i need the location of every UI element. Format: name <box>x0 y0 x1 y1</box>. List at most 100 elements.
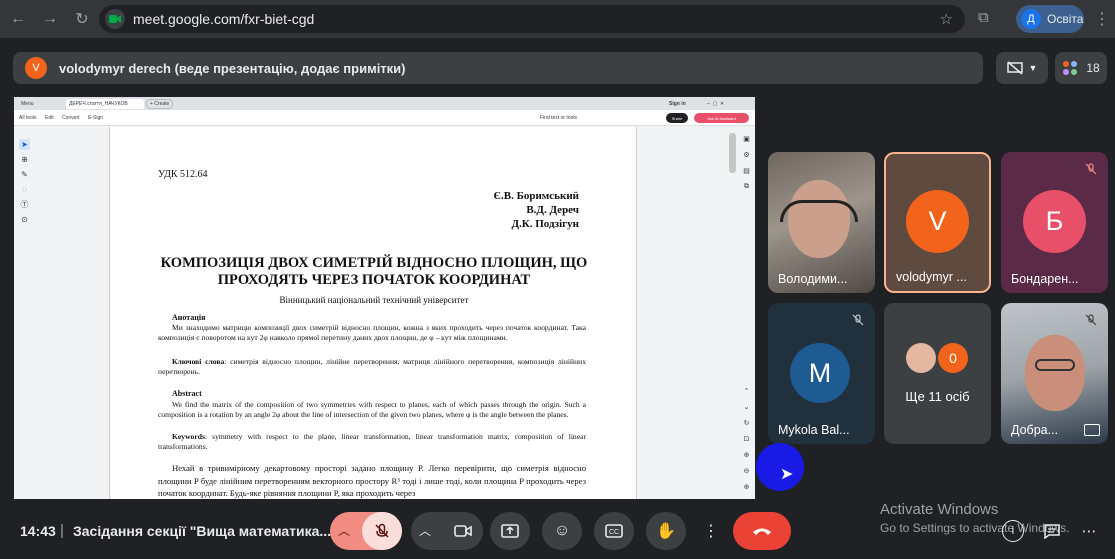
udk-code: УДК 512.64 <box>158 169 208 180</box>
forward-arrow-icon[interactable]: → <box>36 5 64 33</box>
svg-text:CC: CC <box>609 529 619 536</box>
participants-icon <box>1062 60 1080 76</box>
participant-name: volodymyr ... <box>896 270 967 284</box>
participant-tile-6[interactable]: Добра... <box>1001 303 1108 444</box>
pen-tool-icon: ✎ <box>21 170 28 179</box>
end-call-button[interactable] <box>733 512 791 550</box>
participant-tile-1[interactable]: Володими... <box>768 152 875 293</box>
meeting-title: Засідання секції "Вища математика... <box>73 523 332 539</box>
profile-name: Освіта <box>1047 12 1084 26</box>
reload-icon[interactable]: ↻ <box>68 5 96 33</box>
people-button[interactable]: 18 <box>1055 52 1107 84</box>
comment-icon: ▣ <box>743 135 750 143</box>
camera-icon <box>454 525 472 537</box>
participant-tile-2[interactable]: V volodymyr ... <box>884 152 991 293</box>
body-text: Нехай в тривимірному декартовому простор… <box>158 463 586 498</box>
emoji-icon: ☺ <box>553 522 571 539</box>
copy-icon: ⧉ <box>744 182 749 190</box>
camera-options-chevron-icon[interactable]: ︿ <box>419 522 431 539</box>
mic-off-icon <box>1082 311 1100 329</box>
shared-menu-convert: Convert <box>62 115 80 121</box>
others-label: Ще 11 осіб <box>905 389 970 404</box>
bookmark-star-icon[interactable]: ☆ <box>940 10 953 28</box>
keywords-en: Keywords: symmetry with respect to the p… <box>158 432 586 451</box>
zoom-tool-icon: ⊕ <box>21 155 28 164</box>
mic-options-chevron-icon[interactable]: ︿ <box>338 522 350 539</box>
browser-menu-icon[interactable]: ⋮ <box>1094 9 1110 29</box>
keywords-en-heading: Keywords <box>172 432 205 441</box>
chat-icon[interactable] <box>1041 520 1063 542</box>
gear-icon: ⚙ <box>743 151 750 159</box>
camera-control: ︿ <box>411 512 483 550</box>
abstract-heading: Abstract <box>172 389 202 398</box>
extensions-icon[interactable]: ⧉ <box>978 9 996 27</box>
mic-off-icon <box>1082 160 1100 178</box>
hand-icon: ✋ <box>656 523 676 540</box>
fit-page-icon: ⊡ <box>743 435 750 443</box>
back-arrow-icon[interactable]: ← <box>4 5 32 33</box>
shared-screen: Menu ДЕРЕЧ.стаття_НАЧУКОВ + Create Sign … <box>14 97 755 499</box>
captions-button[interactable]: CC <box>594 512 634 550</box>
more-vert-icon: ⋮ <box>703 523 719 540</box>
paper-title: КОМПОЗИЦІЯ ДВОХ СИМЕТРІЙ ВІДНОСНО ПЛОЩИН… <box>130 255 618 289</box>
shared-find-text: Find text or tools <box>540 115 577 121</box>
presenter-avatar: V <box>25 57 47 79</box>
keywords-ua-heading: Ключові слова <box>172 357 225 366</box>
participant-tile-others[interactable]: 0 Ще 11 осіб <box>884 303 991 444</box>
participant-video <box>1025 335 1085 411</box>
shared-menu-alltools: All tools <box>19 115 37 121</box>
shared-signin: Sign in <box>669 101 686 107</box>
shared-tab-menu: Menu <box>21 101 34 107</box>
shared-scrollbar <box>729 133 736 173</box>
more-options-button[interactable]: ⋮ <box>698 512 724 550</box>
profile-button[interactable]: Д Освіта <box>1016 5 1084 33</box>
windows-activation-title: Activate Windows <box>880 501 999 518</box>
site-info-icon[interactable] <box>105 9 125 29</box>
participant-name: Mykola Bal... <box>778 423 850 437</box>
rotate-icon: ↻ <box>743 419 750 427</box>
chevron-down-icon: ▼ <box>1028 63 1038 73</box>
shared-tab-document: ДЕРЕЧ.стаття_НАЧУКОВ <box>66 99 144 109</box>
activities-icon[interactable]: ⋯ <box>1078 520 1100 542</box>
shared-share-button: Share <box>666 113 688 123</box>
mic-toggle-button[interactable] <box>362 512 402 550</box>
author-3: Д.К. Подзігун <box>511 218 579 230</box>
people-count: 18 <box>1086 61 1100 75</box>
participant-avatar: V <box>906 190 969 253</box>
profile-avatar: Д <box>1021 9 1041 29</box>
layout-button[interactable]: ▼ <box>996 52 1048 84</box>
pip-icon[interactable] <box>1084 424 1100 436</box>
keywords-ua: Ключові слова: симетрія відносно площин,… <box>158 357 586 376</box>
hang-up-icon <box>753 528 771 535</box>
address-bar[interactable]: meet.google.com/fxr-biet-cgd ☆ <box>99 5 965 33</box>
mic-off-icon <box>849 311 867 329</box>
browser-toolbar: ← → ↻ meet.google.com/fxr-biet-cgd ☆ ⧉ Д… <box>0 0 1115 38</box>
page-up-icon: ⌃ <box>743 387 750 395</box>
present-button[interactable] <box>490 512 530 550</box>
headset-icon <box>780 200 858 222</box>
lasso-tool-icon: ◌ <box>22 185 27 194</box>
zoom-out-icon: ⊖ <box>743 467 750 475</box>
zoom-icon: ⊕ <box>743 483 750 491</box>
meeting-separator: | <box>60 522 64 539</box>
participant-name: Бондарен... <box>1011 272 1079 286</box>
participant-tile-4[interactable]: M Mykola Bal... <box>768 303 875 444</box>
url-text: meet.google.com/fxr-biet-cgd <box>133 11 315 27</box>
reactions-button[interactable]: ☺ <box>542 512 582 550</box>
presenter-text: volodymyr derech (веде презентацію, дода… <box>59 60 406 76</box>
raise-hand-button[interactable]: ✋ <box>646 512 686 550</box>
info-icon[interactable]: i <box>1002 520 1024 542</box>
shared-toolbar: All tools Edit Convert E-Sign Find text … <box>14 110 755 126</box>
camera-toggle-button[interactable] <box>443 512 483 550</box>
annotation-heading: Анотація <box>172 313 206 322</box>
bookmark-icon: ▤ <box>743 167 750 175</box>
participant-name: Добра... <box>1011 423 1059 437</box>
participant-tile-3[interactable]: Б Бондарен... <box>1001 152 1108 293</box>
page-down-icon: ⌄ <box>743 403 750 411</box>
captions-icon: CC <box>605 524 623 538</box>
participant-avatar: Б <box>1023 190 1086 253</box>
keywords-en-text: : symmetry with respect to the plane, li… <box>158 432 586 451</box>
mic-off-icon <box>375 523 389 538</box>
abstract-text: We find the matrix of the composition of… <box>158 400 586 419</box>
participant-photo-avatar <box>906 343 936 373</box>
